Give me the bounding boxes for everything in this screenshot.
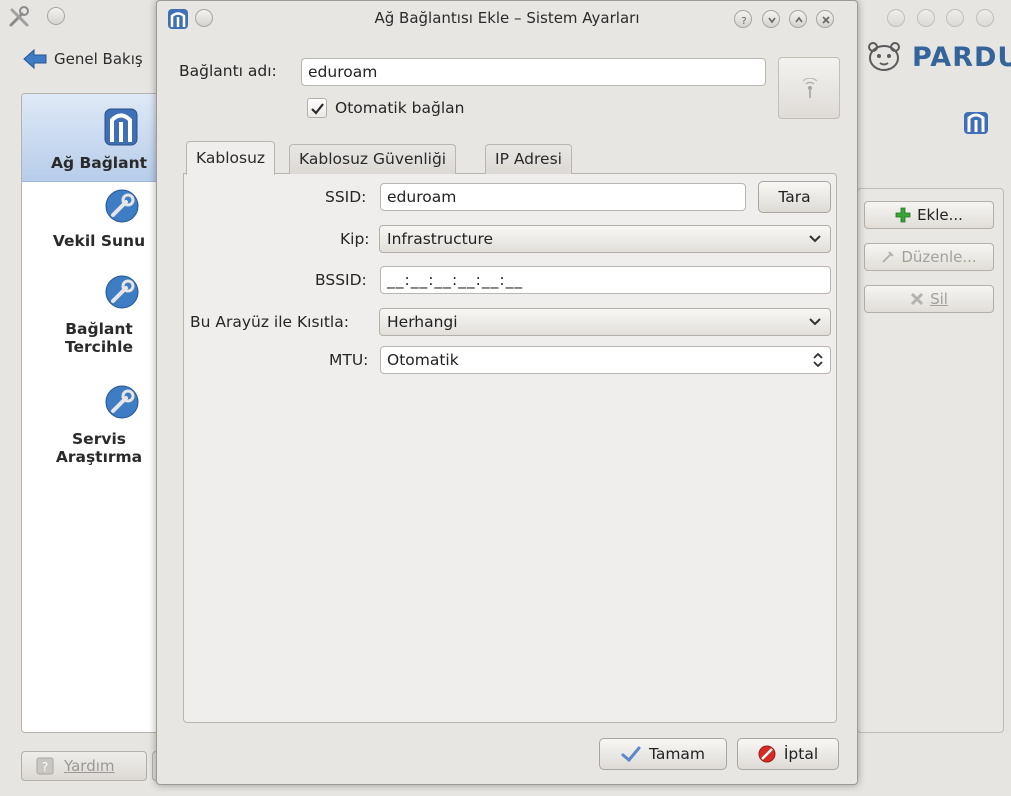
- help-title-button[interactable]: [887, 9, 905, 27]
- wireless-tab-panel: [183, 173, 837, 723]
- sidebar-item-network-connections[interactable]: Ağ Bağlant: [22, 94, 165, 182]
- edit-label: Düzenle...: [901, 248, 977, 266]
- checkmark-icon: [310, 101, 325, 116]
- menu-circle-button[interactable]: [47, 7, 65, 25]
- bssid-input[interactable]: __:__:__:__:__:__: [380, 266, 831, 294]
- plus-icon: [895, 207, 911, 223]
- delete-label: Sil: [930, 290, 948, 308]
- cancel-button[interactable]: İptal: [737, 738, 839, 770]
- dialog-maximize-button[interactable]: [789, 10, 807, 28]
- chevron-down-icon: [809, 317, 821, 327]
- checkmark-icon: [621, 745, 641, 763]
- pardus-logo: PARDUS: [866, 41, 1011, 73]
- wrench-globe-icon: [104, 188, 140, 224]
- dialog-minimize-button[interactable]: [762, 10, 780, 28]
- connection-icon-button[interactable]: [778, 57, 840, 119]
- maximize-title-button[interactable]: [946, 9, 964, 27]
- sidebar-item-label: Bağlant: [65, 320, 133, 338]
- edit-connection-button[interactable]: Düzenle...: [864, 243, 994, 271]
- back-arrow-icon: [22, 48, 48, 70]
- mode-label: Kip:: [340, 230, 370, 248]
- delete-connection-button[interactable]: Sil: [864, 285, 994, 313]
- mtu-spinbox[interactable]: Otomatik: [380, 346, 831, 374]
- overview-back-link[interactable]: Genel Bakış: [22, 47, 143, 71]
- sidebar-item-label: Ağ Bağlant: [50, 154, 148, 172]
- tab-wireless[interactable]: Kablosuz: [186, 141, 276, 175]
- svg-text:?: ?: [741, 16, 746, 26]
- mode-value: Infrastructure: [387, 230, 494, 248]
- sidebar-item-service-discovery[interactable]: Servis Araştırma: [22, 384, 165, 484]
- mode-select[interactable]: Infrastructure: [379, 225, 831, 253]
- wrench-globe-icon: [104, 274, 140, 310]
- autoconnect-label: Otomatik bağlan: [335, 99, 465, 117]
- sidebar-item-proxy[interactable]: Vekil Sunu: [22, 186, 165, 264]
- overview-label: Genel Bakış: [54, 50, 143, 68]
- tab-wireless-security[interactable]: Kablosuz Güvenliği: [289, 144, 457, 174]
- mtu-label: MTU:: [329, 351, 369, 369]
- tools-icon[interactable]: [8, 6, 32, 28]
- help-button[interactable]: ? Yardım: [21, 751, 147, 781]
- minimize-title-button[interactable]: [917, 9, 935, 27]
- chevron-down-icon: [809, 234, 821, 244]
- spin-arrows-icon[interactable]: [812, 351, 824, 369]
- cancel-label: İptal: [783, 745, 819, 763]
- sidebar-item-label: Vekil Sunu: [52, 232, 146, 250]
- ok-label: Tamam: [648, 745, 706, 763]
- close-title-button[interactable]: [976, 9, 994, 27]
- restrict-interface-value: Herhangi: [387, 313, 458, 331]
- dialog-title: Ağ Bağlantısı Ekle – Sistem Ayarları: [374, 9, 640, 27]
- help-icon: ?: [36, 757, 54, 775]
- network-module-icon: [962, 108, 990, 136]
- leopard-logo-icon: [868, 42, 900, 71]
- sidebar-item-label: Servis: [72, 430, 126, 448]
- ok-button[interactable]: Tamam: [599, 738, 727, 770]
- pardus-logo-text: PARDUS: [912, 41, 1011, 73]
- restrict-interface-select[interactable]: Herhangi: [379, 308, 831, 336]
- delete-icon: [910, 292, 924, 306]
- sidebar-item-label-line2: Tercihle: [64, 338, 134, 356]
- tab-ip-address[interactable]: IP Adresi: [485, 144, 572, 174]
- restrict-interface-label: Bu Arayüz ile Kısıtla:: [190, 313, 349, 331]
- wireless-signal-icon: [800, 78, 820, 100]
- add-network-connection-dialog: Ağ Bağlantısı Ekle – Sistem Ayarları ? B…: [156, 0, 858, 785]
- wrench-globe-icon: [104, 384, 140, 420]
- sidebar-item-label-line2: Araştırma: [55, 448, 143, 466]
- connection-name-label: Bağlantı adı:: [179, 62, 277, 80]
- dialog-help-button[interactable]: ?: [734, 10, 752, 28]
- sidebar-item-connection-preferences[interactable]: Bağlant Tercihle: [22, 274, 165, 374]
- mtu-value: Otomatik: [387, 351, 459, 369]
- autoconnect-checkbox[interactable]: [307, 98, 327, 118]
- scan-button[interactable]: Tara: [758, 181, 831, 213]
- module-sidebar: Ağ Bağlant Vekil Sunu Bağlant Tercihle S…: [21, 93, 166, 733]
- network-connections-icon: [102, 106, 140, 148]
- bssid-label: BSSID:: [315, 271, 367, 289]
- edit-icon: [881, 250, 895, 264]
- dialog-close-button[interactable]: [816, 10, 834, 28]
- svg-text:?: ?: [42, 760, 48, 774]
- ssid-label: SSID:: [325, 188, 367, 206]
- connection-actions-panel: Ekle... Düzenle... Sil: [857, 188, 1004, 733]
- scan-label: Tara: [778, 188, 811, 206]
- cancel-icon: [758, 745, 776, 763]
- add-label: Ekle...: [917, 206, 963, 224]
- ssid-input[interactable]: eduroam: [380, 183, 746, 211]
- help-label: Yardım: [64, 757, 115, 775]
- connection-name-input[interactable]: eduroam: [301, 58, 766, 86]
- add-connection-button[interactable]: Ekle...: [864, 201, 994, 229]
